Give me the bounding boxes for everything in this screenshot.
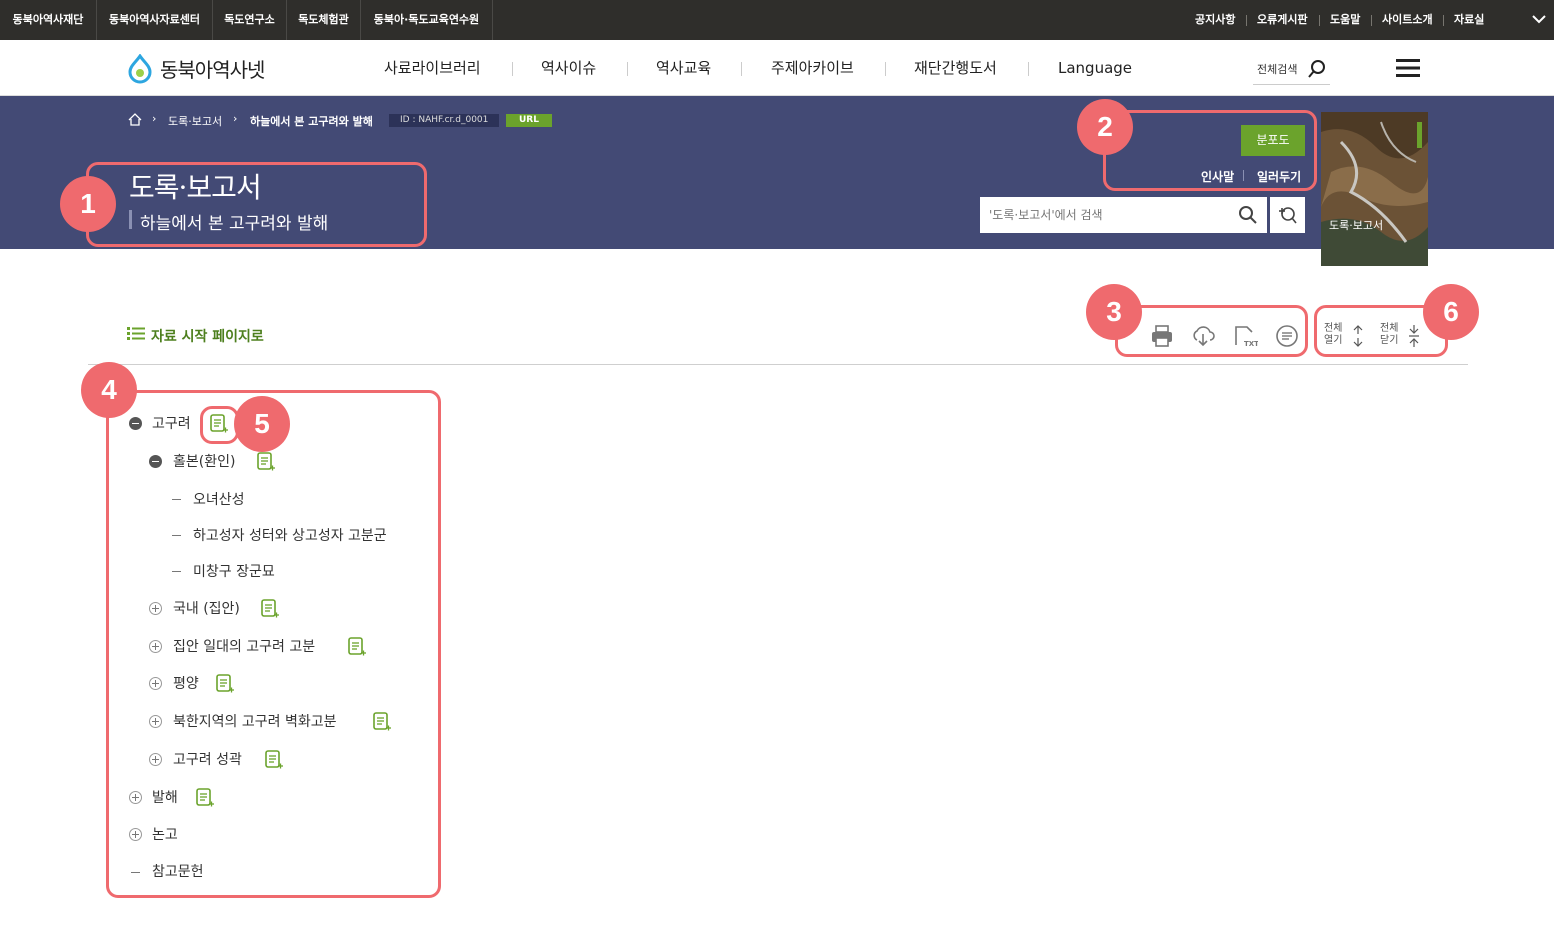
site-link-dokdo-museum[interactable]: 독도체험관 [287, 0, 361, 40]
search-icon[interactable] [1238, 205, 1258, 225]
annotation-marker-6: 6 [1423, 284, 1479, 340]
local-search-input[interactable] [980, 197, 1235, 233]
util-site-intro[interactable]: 사이트소개 [1382, 0, 1433, 40]
util-notice[interactable]: 공지사항 [1195, 0, 1235, 40]
util-divider [1319, 15, 1320, 26]
annotation-box-tree [106, 390, 441, 898]
aerial-photo [1321, 112, 1428, 266]
util-archive[interactable]: 자료실 [1454, 0, 1484, 40]
id-badge: ID : NAHF.cr.d_0001 [389, 114, 500, 127]
site-link-dokdo-institute[interactable]: 독도연구소 [213, 0, 287, 40]
content-divider [88, 364, 1468, 365]
menu-history-education[interactable]: 역사교육 [656, 40, 711, 96]
menu-history-issue[interactable]: 역사이슈 [541, 40, 596, 96]
util-divider [1246, 15, 1247, 26]
menu-source-library[interactable]: 사료라이브러리 [384, 40, 481, 96]
global-search-button[interactable]: 전체검색 [1253, 54, 1330, 85]
chevron-right-icon: › [233, 112, 238, 125]
logo-text[interactable]: 동북아역사넷 [160, 54, 265, 83]
annotation-box-tools [1115, 305, 1308, 357]
util-error-board[interactable]: 오류게시판 [1257, 0, 1308, 40]
hamburger-menu-icon[interactable] [1396, 59, 1420, 77]
menu-language[interactable]: Language [1058, 40, 1132, 96]
site-link-nahf[interactable]: 동북아역사재단 [0, 0, 97, 40]
menu-divider [741, 62, 742, 76]
annotation-marker-5: 5 [234, 396, 290, 452]
url-badge[interactable]: URL [506, 114, 552, 127]
menu-divider [1028, 62, 1029, 76]
local-search-box [980, 197, 1267, 233]
annotation-marker-3: 3 [1086, 284, 1142, 340]
annotation-marker-2: 2 [1077, 99, 1133, 155]
zoom-plus-icon [1279, 207, 1297, 224]
annotation-marker-1: 1 [60, 176, 116, 232]
menu-divider [627, 62, 628, 76]
menu-theme-archive[interactable]: 주제아카이브 [771, 40, 854, 96]
annotation-box-title [86, 162, 427, 247]
menu-divider [512, 62, 513, 76]
breadcrumb-item-current: 하늘에서 본 고구려와 발해 [250, 115, 373, 128]
chevron-down-icon[interactable] [1532, 14, 1546, 24]
advanced-search-button[interactable] [1270, 197, 1305, 233]
site-link-education-center[interactable]: 동북아·독도교육연수원 [361, 0, 493, 40]
util-help[interactable]: 도움말 [1330, 0, 1360, 40]
back-to-start-link[interactable]: 자료 시작 페이지로 [151, 326, 264, 346]
search-icon [1308, 60, 1325, 78]
annotation-marker-4: 4 [81, 362, 137, 418]
site-link-resource-center[interactable]: 동북아역사자료센터 [97, 0, 213, 40]
main-navigation: 동북아역사넷 사료라이브러리 역사이슈 역사교육 주제아카이브 재단간행도서 L… [0, 40, 1554, 96]
menu-divider [885, 62, 886, 76]
list-icon[interactable] [127, 326, 145, 341]
breadcrumb-item[interactable]: 도록·보고서 [168, 113, 222, 129]
util-divider [1443, 15, 1444, 26]
chevron-right-icon: › [152, 112, 157, 125]
menu-publications[interactable]: 재단간행도서 [914, 40, 997, 96]
util-divider [1371, 15, 1372, 26]
annotation-box-side-links [1103, 110, 1317, 191]
cover-title: 도록·보고서 [1329, 219, 1384, 232]
logo-icon[interactable] [126, 54, 154, 84]
book-cover-image: 도록·보고서 [1321, 112, 1428, 266]
home-icon[interactable] [128, 113, 142, 126]
global-search-label: 전체검색 [1257, 63, 1298, 76]
top-utility-bar: 동북아역사재단 동북아역사자료센터 독도연구소 독도체험관 동북아·독도교육연수… [0, 0, 1554, 40]
